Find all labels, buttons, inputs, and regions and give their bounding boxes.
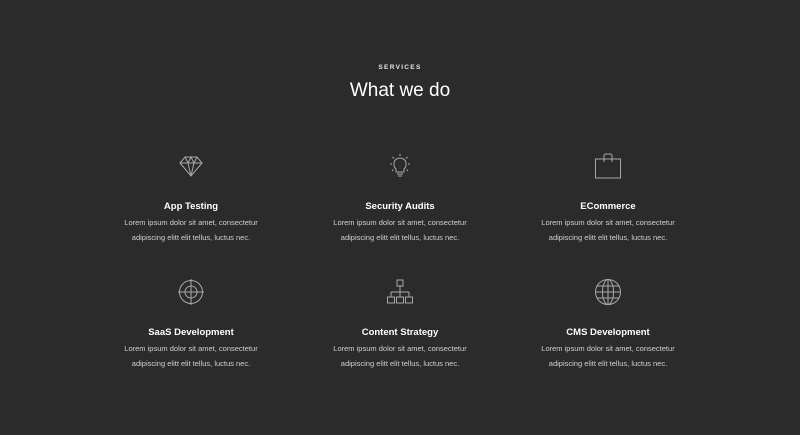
service-description-line: Lorem ipsum dolor sit amet, consectetur <box>124 344 258 353</box>
service-description: Lorem ipsum dolor sit amet, consectetur … <box>96 342 286 371</box>
services-section: SERVICES What we do App Testing Lorem ip… <box>0 0 800 435</box>
service-title: App Testing <box>163 201 219 212</box>
diamond-icon <box>177 152 205 180</box>
service-description-line: adipiscing elitt elit tellus, luctus nec… <box>340 358 460 368</box>
service-title: ECommerce <box>580 201 636 212</box>
service-description: Lorem ipsum dolor sit amet, consectetur … <box>305 342 495 371</box>
service-description-line: Lorem ipsum dolor sit amet, consectetur <box>541 344 675 353</box>
service-title: CMS Development <box>566 327 650 338</box>
service-description-line: Lorem ipsum dolor sit amet, consectetur <box>541 218 675 227</box>
service-description-line: adipiscing elitt elit tellus, luctus nec… <box>548 358 668 368</box>
service-title: SaaS Development <box>148 327 234 338</box>
service-description: Lorem ipsum dolor sit amet, consectetur … <box>305 216 495 245</box>
services-grid: App Testing Lorem ipsum dolor sit amet, … <box>0 0 800 435</box>
service-description-line: adipiscing elitt elit tellus, luctus nec… <box>340 232 460 242</box>
service-description-line: Lorem ipsum dolor sit amet, consectetur <box>124 218 258 227</box>
service-description: Lorem ipsum dolor sit amet, consectetur … <box>513 342 703 371</box>
service-description-line: Lorem ipsum dolor sit amet, consectetur <box>333 344 467 353</box>
lightbulb-icon <box>386 152 414 180</box>
service-description: Lorem ipsum dolor sit amet, consectetur … <box>513 216 703 245</box>
crosshair-icon <box>177 278 205 306</box>
service-description-line: adipiscing elitt elit tellus, luctus nec… <box>131 232 251 242</box>
service-description-line: adipiscing elitt elit tellus, luctus nec… <box>131 358 251 368</box>
service-description-line: Lorem ipsum dolor sit amet, consectetur <box>333 218 467 227</box>
service-description-line: adipiscing elitt elit tellus, luctus nec… <box>548 232 668 242</box>
service-title: Content Strategy <box>361 327 439 338</box>
sitemap-icon <box>386 278 414 306</box>
service-description: Lorem ipsum dolor sit amet, consectetur … <box>96 216 286 245</box>
globe-icon <box>594 278 622 306</box>
shopping-bag-icon <box>594 152 622 180</box>
service-title: Security Audits <box>365 201 435 212</box>
